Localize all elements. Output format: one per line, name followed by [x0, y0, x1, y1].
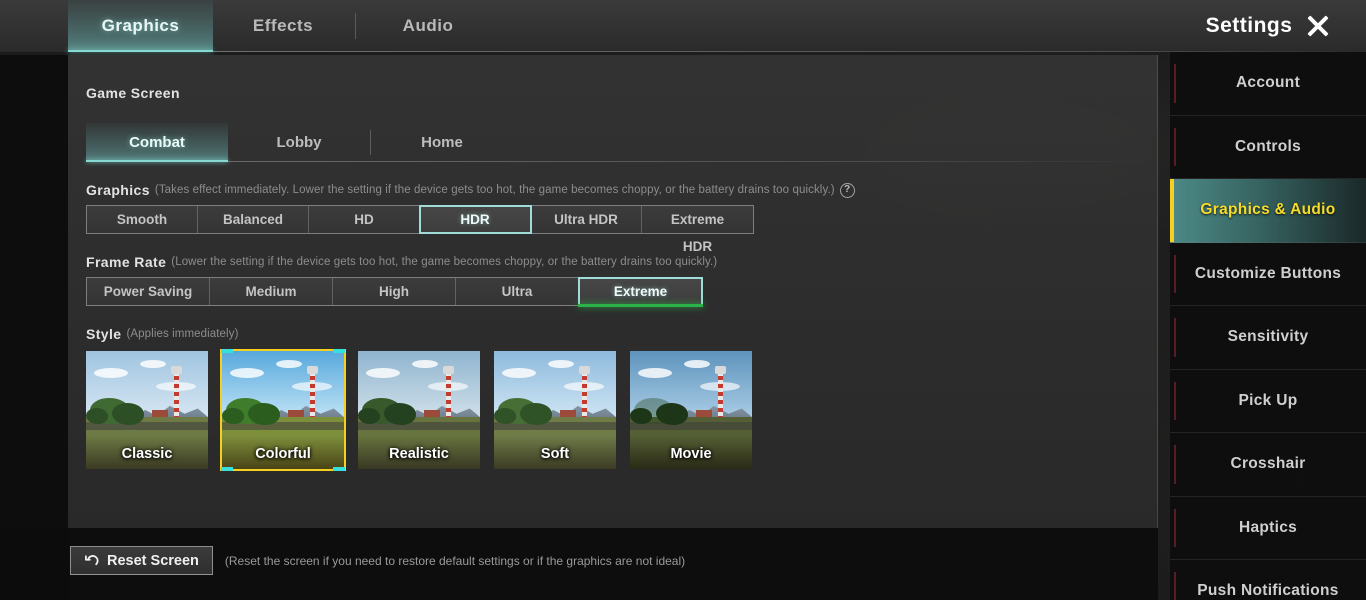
style-card-movie[interactable]: Movie	[630, 351, 752, 469]
sidebar-item-label: Pick Up	[1238, 391, 1298, 409]
graphics-quality-label: Graphics	[86, 182, 150, 198]
option-smooth[interactable]: Smooth	[87, 206, 198, 233]
settings-title-bar: Settings	[1170, 0, 1366, 52]
reset-screen-label: Reset Screen	[107, 552, 199, 569]
option-label: Ultra	[501, 284, 533, 299]
graphics-quality-label-row: Graphics (Takes effect immediately. Lowe…	[86, 182, 1157, 198]
reset-screen-button[interactable]: Reset Screen	[70, 546, 213, 575]
frame-rate-label: Frame Rate	[86, 254, 167, 270]
top-tab-bar: Graphics Effects Audio	[0, 0, 1366, 52]
sidebar-item-label: Account	[1235, 74, 1301, 92]
selection-corner-marker	[221, 467, 233, 471]
tab-effects[interactable]: Effects	[213, 0, 353, 52]
option-power-saving[interactable]: Power Saving	[87, 278, 210, 305]
option-label: Balanced	[222, 212, 284, 227]
option-label: HD	[354, 212, 374, 227]
option-high[interactable]: High	[333, 278, 456, 305]
reset-screen-hint: (Reset the screen if you need to restore…	[224, 553, 686, 568]
style-row: Style (Applies immediately) Classic Color…	[86, 326, 1157, 471]
selection-corner-marker	[221, 349, 233, 353]
sidebar-item-push-notifications[interactable]: Push Notifications	[1170, 560, 1366, 600]
frame-rate-row: Frame Rate (Lower the setting if the dev…	[86, 254, 1157, 307]
option-medium[interactable]: Medium	[210, 278, 333, 305]
frame-rate-hint: (Lower the setting if the device gets to…	[171, 256, 718, 268]
option-label: Ultra HDR	[554, 212, 618, 227]
graphics-settings-panel: Game Screen Combat Lobby Home Graphics (…	[68, 55, 1158, 528]
option-ultra[interactable]: Ultra	[456, 278, 579, 305]
style-card-label: Movie	[670, 446, 712, 462]
sidebar-item-label: Haptics	[1238, 518, 1298, 536]
sidebar-item-label: Push Notifications	[1197, 582, 1339, 600]
option-label: High	[379, 284, 409, 299]
screen-tab-lobby-label: Lobby	[276, 134, 322, 151]
frame-rate-label-row: Frame Rate (Lower the setting if the dev…	[86, 254, 1157, 270]
graphics-quality-hint: (Takes effect immediately. Lower the set…	[154, 184, 835, 196]
sidebar-item-pick-up[interactable]: Pick Up	[1170, 370, 1366, 433]
style-card-label: Colorful	[255, 446, 311, 462]
screen-tab-home[interactable]: Home	[371, 123, 513, 162]
sidebar-item-label: Controls	[1234, 137, 1302, 155]
sidebar-item-label: Crosshair	[1230, 455, 1306, 473]
undo-arrow-icon	[84, 554, 99, 568]
option-balanced[interactable]: Balanced	[198, 206, 309, 233]
sidebar-item-label: Customize Buttons	[1194, 264, 1342, 282]
selection-corner-marker	[333, 467, 345, 471]
option-label: HDR	[460, 212, 490, 227]
option-hd[interactable]: HD	[309, 206, 420, 233]
reset-screen-row: Reset Screen (Reset the screen if you ne…	[70, 546, 685, 575]
style-label-row: Style (Applies immediately)	[86, 326, 1157, 342]
tab-audio[interactable]: Audio	[358, 0, 498, 52]
option-label: Medium	[245, 284, 297, 299]
style-card-classic[interactable]: Classic	[86, 351, 208, 469]
close-icon[interactable]	[1306, 14, 1330, 38]
sidebar-item-account[interactable]: Account	[1170, 52, 1366, 116]
tab-effects-label: Effects	[252, 16, 314, 35]
style-card-colorful[interactable]: Colorful	[220, 349, 346, 471]
sidebar-item-crosshair[interactable]: Crosshair	[1170, 433, 1366, 497]
screen-tab-combat-label: Combat	[129, 134, 185, 151]
game-screen-tabs: Combat Lobby Home	[86, 123, 1158, 162]
option-label: Extreme	[613, 284, 668, 299]
option-label: Smooth	[116, 212, 168, 227]
screen-tab-lobby[interactable]: Lobby	[228, 123, 370, 162]
sidebar-item-customize-buttons[interactable]: Customize Buttons	[1170, 243, 1366, 306]
option-extreme-hdr[interactable]: Extreme HDR	[642, 206, 753, 254]
option-label: Extreme HDR	[670, 212, 725, 254]
screen-tab-combat[interactable]: Combat	[86, 123, 228, 162]
sidebar-item-haptics[interactable]: Haptics	[1170, 497, 1366, 560]
graphics-quality-segmented-control: Smooth Balanced HD HDR Ultra HDR Extreme HDR	[86, 205, 754, 254]
sidebar-item-label: Sensitivity	[1227, 328, 1309, 346]
option-label: Power Saving	[103, 284, 193, 299]
screen-tab-home-label: Home	[421, 134, 463, 151]
tab-graphics-label: Graphics	[101, 16, 180, 35]
settings-sidebar: Account Controls Graphics & Audio Customize…	[1170, 52, 1366, 600]
tab-audio-label: Audio	[402, 16, 454, 35]
style-card-list: Classic Colorful Realistic Soft Movie	[86, 349, 1157, 471]
graphics-quality-row: Graphics (Takes effect immediately. Lowe…	[86, 182, 1157, 254]
option-extreme[interactable]: Extreme	[578, 277, 703, 307]
selection-corner-marker	[333, 349, 345, 353]
style-label: Style	[86, 326, 122, 342]
page-title: Settings	[1205, 14, 1293, 37]
style-card-label: Classic	[121, 446, 173, 462]
style-card-soft[interactable]: Soft	[494, 351, 616, 469]
sidebar-item-graphics-audio[interactable]: Graphics & Audio	[1170, 179, 1366, 243]
sidebar-item-sensitivity[interactable]: Sensitivity	[1170, 306, 1366, 370]
option-hdr[interactable]: HDR	[419, 205, 532, 234]
style-hint: (Applies immediately)	[126, 328, 239, 340]
style-card-label: Soft	[540, 446, 570, 462]
left-dim-overlay	[0, 55, 68, 600]
frame-rate-segmented-control: Power Saving Medium High Ultra Extreme	[86, 277, 703, 307]
game-screen-label: Game Screen	[86, 85, 180, 101]
sidebar-item-label: Graphics & Audio	[1200, 201, 1336, 219]
tab-graphics[interactable]: Graphics	[68, 0, 213, 52]
help-circle-icon[interactable]: ?	[839, 182, 855, 198]
tab-divider	[355, 13, 356, 39]
style-card-realistic[interactable]: Realistic	[358, 351, 480, 469]
style-card-label: Realistic	[389, 446, 449, 462]
sidebar-item-controls[interactable]: Controls	[1170, 116, 1366, 179]
option-ultra-hdr[interactable]: Ultra HDR	[531, 206, 642, 233]
